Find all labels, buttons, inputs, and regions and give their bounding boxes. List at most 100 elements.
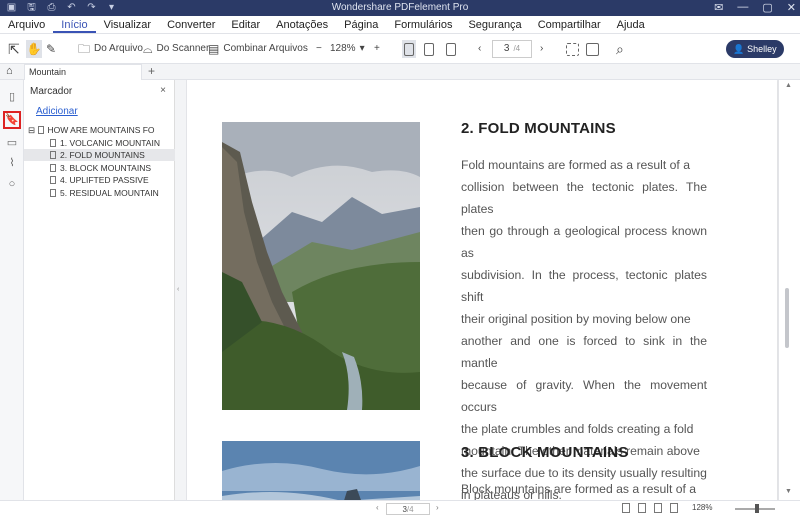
add-bookmark-link[interactable]: Adicionar [36,106,78,117]
bookmark-label: 3. BLOCK MOUNTAINS [60,163,151,173]
from-file-button[interactable]: 🗀 Do Arquivo [78,40,143,58]
left-rail: ▯ 🔖 ▭ ⌇ ○ [0,80,24,516]
comments-icon[interactable]: ▭ [5,136,19,150]
menu-inicio[interactable]: Início [53,16,96,33]
view-mode-icons [622,503,678,513]
scroll-thumb[interactable] [785,288,789,348]
prev-page-icon[interactable]: ‹ [376,503,379,512]
combine-files-button[interactable]: ▤ Combinar Arquivos [208,40,308,58]
menu-anotacoes[interactable]: Anotações [268,16,336,33]
search-icon[interactable]: ⌕ [616,40,624,58]
zoom-slider-handle[interactable] [755,504,759,513]
window-controls: ✉ — ▢ ✕ [714,1,796,14]
bookmark-item[interactable]: ⊟ HOW ARE MOUNTAINS FO [24,124,175,136]
home-icon[interactable]: ⌂ [6,65,13,77]
scroll-down-icon[interactable]: ▼ [785,488,792,495]
tab-mountain[interactable]: Mountain [24,64,142,80]
chevron-down-icon: ▾ [359,43,365,54]
hand-tool-icon[interactable]: ✋ [26,40,42,58]
from-scanner-button[interactable]: ⌓ Do Scanner [143,40,209,58]
bookmark-item[interactable]: 4. UPLIFTED PASSIVE [24,174,175,186]
status-zoom: 128% [692,503,713,512]
bookmark-label: 1. VOLCANIC MOUNTAIN [60,138,160,148]
page-input[interactable]: 3 /4 [492,40,532,58]
scanner-icon: ⌓ [143,42,153,56]
previous-page-button[interactable]: ‹ [478,40,481,58]
menu-visualizar[interactable]: Visualizar [96,16,160,33]
menu-seguranca[interactable]: Segurança [460,16,529,33]
bookmark-label: 4. UPLIFTED PASSIVE [60,175,149,185]
screenshot-icon[interactable] [566,40,579,58]
actual-size-icon[interactable] [446,40,456,58]
menu-bar: Arquivo Início Visualizar Converter Edit… [0,16,800,34]
mountain-valley-photo [222,122,420,410]
bookmark-item[interactable]: 3. BLOCK MOUNTAINS [24,162,175,174]
fullscreen-icon[interactable] [670,503,678,513]
bookmark-item[interactable]: 5. RESIDUAL MOUNTAIN [24,187,175,199]
menu-ajuda[interactable]: Ajuda [609,16,653,33]
fit-page-icon[interactable] [424,40,434,58]
body-line: their original position by moving below … [461,312,691,326]
next-page-button[interactable]: › [540,40,543,58]
select-tool-icon[interactable]: ⇱ [8,40,20,58]
single-page-icon[interactable] [622,503,630,513]
section-body-block: Block mountains are formed as a result o… [461,478,707,500]
combine-icon: ▤ [208,42,220,56]
bookmark-label: 2. FOLD MOUNTAINS [60,150,145,160]
section-title-fold: 2. FOLD MOUNTAINS [461,120,616,137]
continuous-icon[interactable] [638,503,646,513]
two-page-icon[interactable] [654,503,662,513]
menu-editar[interactable]: Editar [223,16,268,33]
attachment-icon[interactable]: ⌇ [5,156,19,170]
bookmark-icon[interactable]: 🔖 [3,111,21,129]
maximize-button[interactable]: ▢ [762,1,772,14]
body-line: because of gravity. When the movement oc… [461,378,707,414]
mail-icon[interactable]: ✉ [714,1,723,14]
thumbnails-icon[interactable]: ▯ [5,90,19,104]
status-page-total: /4 [406,505,414,514]
pdf-page: 2. FOLD MOUNTAINS Fold mountains are for… [187,80,777,500]
body-line: subdivision. In the process, tectonic pl… [461,268,707,304]
body-line: the plate crumbles and folds creating a … [461,422,694,436]
search-panel-icon[interactable]: ○ [5,177,19,191]
from-file-label: Do Arquivo [94,43,143,54]
bookmark-item-selected[interactable]: 2. FOLD MOUNTAINS [24,149,175,161]
menu-formularios[interactable]: Formulários [386,16,460,33]
body-line: Block mountains are formed as a result o… [461,482,697,496]
menu-compartilhar[interactable]: Compartilhar [530,16,609,33]
user-icon: 👤 [733,44,745,54]
body-line: another and one is forced to sink in the… [461,334,707,370]
window-mode-icon[interactable] [586,40,599,58]
toolbar: ⇱ ✋ ✎ 🗀 Do Arquivo ⌓ Do Scanner ▤ Combin… [0,34,800,64]
bookmark-icon [50,189,56,197]
section-title-block: 3. BLOCK MOUNTAINS [461,444,629,461]
vertical-scrollbar[interactable]: ▲ ▼ [778,80,800,500]
minimize-button[interactable]: — [737,1,748,14]
bookmark-label: 5. RESIDUAL MOUNTAIN [60,188,159,198]
menu-converter[interactable]: Converter [159,16,223,33]
zoom-in-button[interactable]: + [374,40,380,58]
title-bar: ▣ 🖫 ⎙ ↶ ↷ ▾ Wondershare PDFelement Pro ✉… [0,0,800,16]
user-name: Shelley [747,44,777,54]
scroll-up-icon[interactable]: ▲ [785,82,792,89]
zoom-select[interactable]: 128% ▾ [330,40,365,58]
zoom-out-button[interactable]: − [316,40,322,58]
document-tabs: ⌂ Mountain + [0,64,800,80]
user-account-button[interactable]: 👤 Shelley [726,40,784,58]
status-page-input[interactable]: 3/4 [386,503,430,515]
collapse-arrow-icon[interactable]: ‹ [177,286,179,293]
next-page-icon[interactable]: › [436,503,439,512]
menu-arquivo[interactable]: Arquivo [0,16,53,33]
collapse-icon[interactable]: ⊟ [28,125,35,135]
edit-tool-icon[interactable]: ✎ [46,40,56,58]
close-icon[interactable]: × [160,85,166,96]
fit-width-icon[interactable] [402,40,416,58]
panel-splitter[interactable]: ‹ [175,80,187,500]
bookmark-label: HOW ARE MOUNTAINS FO [47,125,155,135]
bookmark-item[interactable]: 1. VOLCANIC MOUNTAIN [24,137,175,149]
new-tab-button[interactable]: + [148,64,155,78]
close-button[interactable]: ✕ [787,1,796,14]
document-view[interactable]: 2. FOLD MOUNTAINS Fold mountains are for… [187,80,800,500]
menu-pagina[interactable]: Página [336,16,386,33]
mountain-sky-photo [222,441,420,500]
